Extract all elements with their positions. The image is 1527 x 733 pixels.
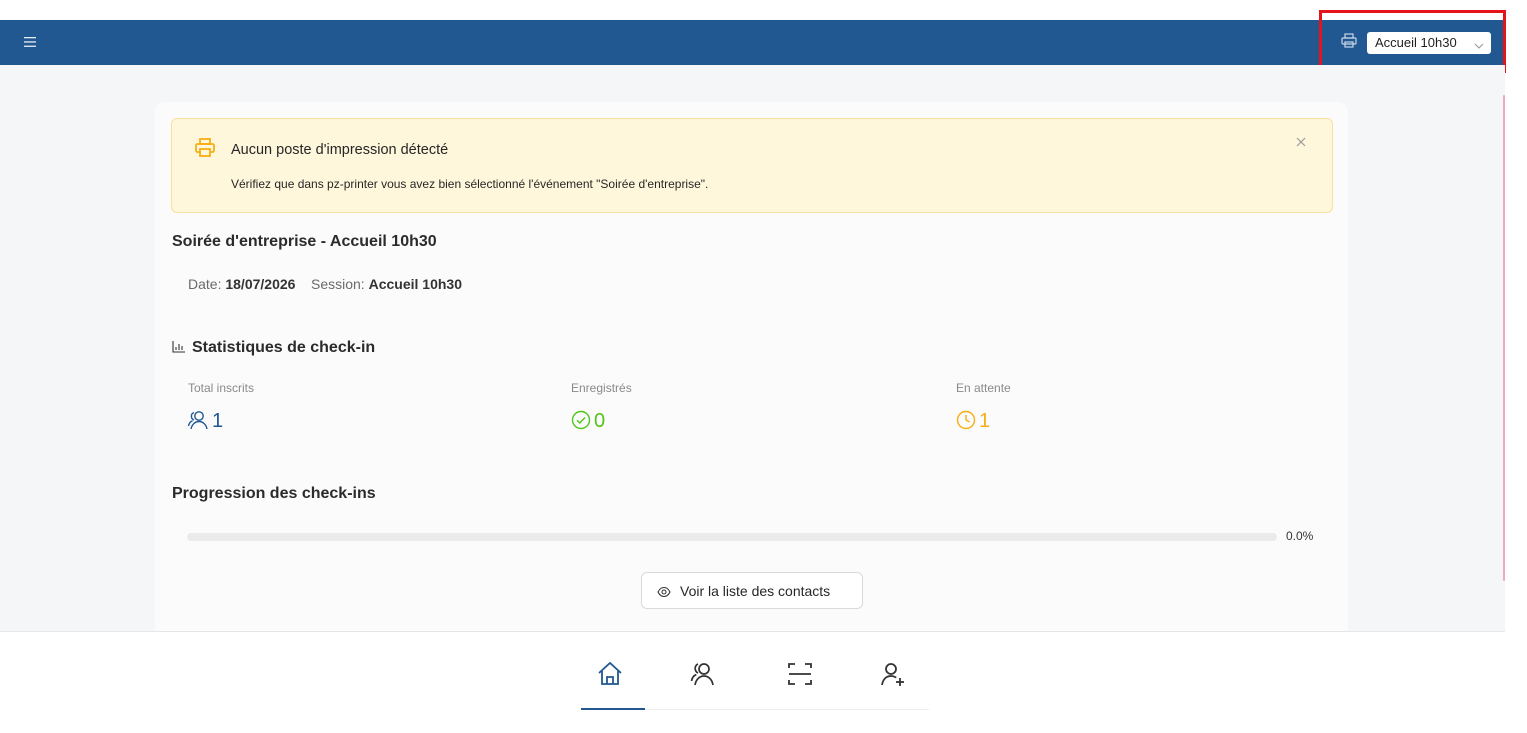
nav-scan-button[interactable] [786,660,814,688]
session-select-value: Accueil 10h30 [1375,35,1457,50]
stats-title: Statistiques de check-in [192,339,376,356]
nav-baseline [645,709,929,710]
stat-total-number: 1 [212,410,224,432]
eye-icon [657,585,671,599]
event-title: Soirée d'entreprise - Accueil 10h30 [172,233,437,250]
nav-add-user-button[interactable] [879,660,907,688]
home-icon [598,661,622,685]
nav-contacts-button[interactable] [689,660,717,688]
date-value: 18/07/2026 [225,276,296,292]
add-user-icon [881,663,904,686]
scrollbar[interactable] [1503,95,1505,581]
stat-pending-label: En attente [956,381,1011,395]
date-label: Date: [188,276,222,292]
session-select[interactable]: Accueil 10h30 [1367,32,1491,54]
check-circle-icon [571,410,591,430]
progress-percent: 0.0% [1286,529,1314,543]
progress-bar [187,533,1277,541]
printer-icon[interactable] [1340,32,1358,50]
event-meta: Date: 18/07/2026 Session: Accueil 10h30 [188,276,462,292]
stats-heading: Statistiques de check-in [172,339,375,357]
close-icon[interactable] [1294,136,1308,150]
clock-icon [956,410,976,430]
view-contacts-button[interactable]: Voir la liste des contacts [641,572,863,609]
alert-description: Vérifiez que dans pz-printer vous avez b… [231,177,709,191]
stat-total-value: 1 [187,409,223,433]
printer-alert [171,118,1333,213]
alert-title: Aucun poste d'impression détecté [231,142,449,158]
bar-chart-icon [172,340,186,353]
stat-total-label: Total inscrits [188,381,255,395]
chevron-down-icon [1473,37,1485,49]
stat-registered-value: 0 [571,409,605,433]
bottom-navigation [581,645,929,710]
session-label: Session: [311,276,365,292]
nav-home-button[interactable] [596,660,624,688]
stat-pending-number: 1 [979,410,991,432]
bottom-divider [0,631,1505,632]
scan-icon [788,663,812,685]
progress-title: Progression des check-ins [172,485,376,502]
hamburger-menu-icon[interactable] [24,32,42,52]
stat-registered-number: 0 [594,410,606,432]
stat-registered-label: Enregistrés [571,381,632,395]
nav-active-indicator [581,708,645,710]
users-icon [690,663,714,686]
top-app-bar [0,20,1505,65]
printer-icon [194,137,216,159]
users-icon [187,411,208,430]
stat-pending-value: 1 [956,409,990,433]
session-value: Accueil 10h30 [368,276,462,292]
view-contacts-label: Voir la liste des contacts [680,583,831,599]
